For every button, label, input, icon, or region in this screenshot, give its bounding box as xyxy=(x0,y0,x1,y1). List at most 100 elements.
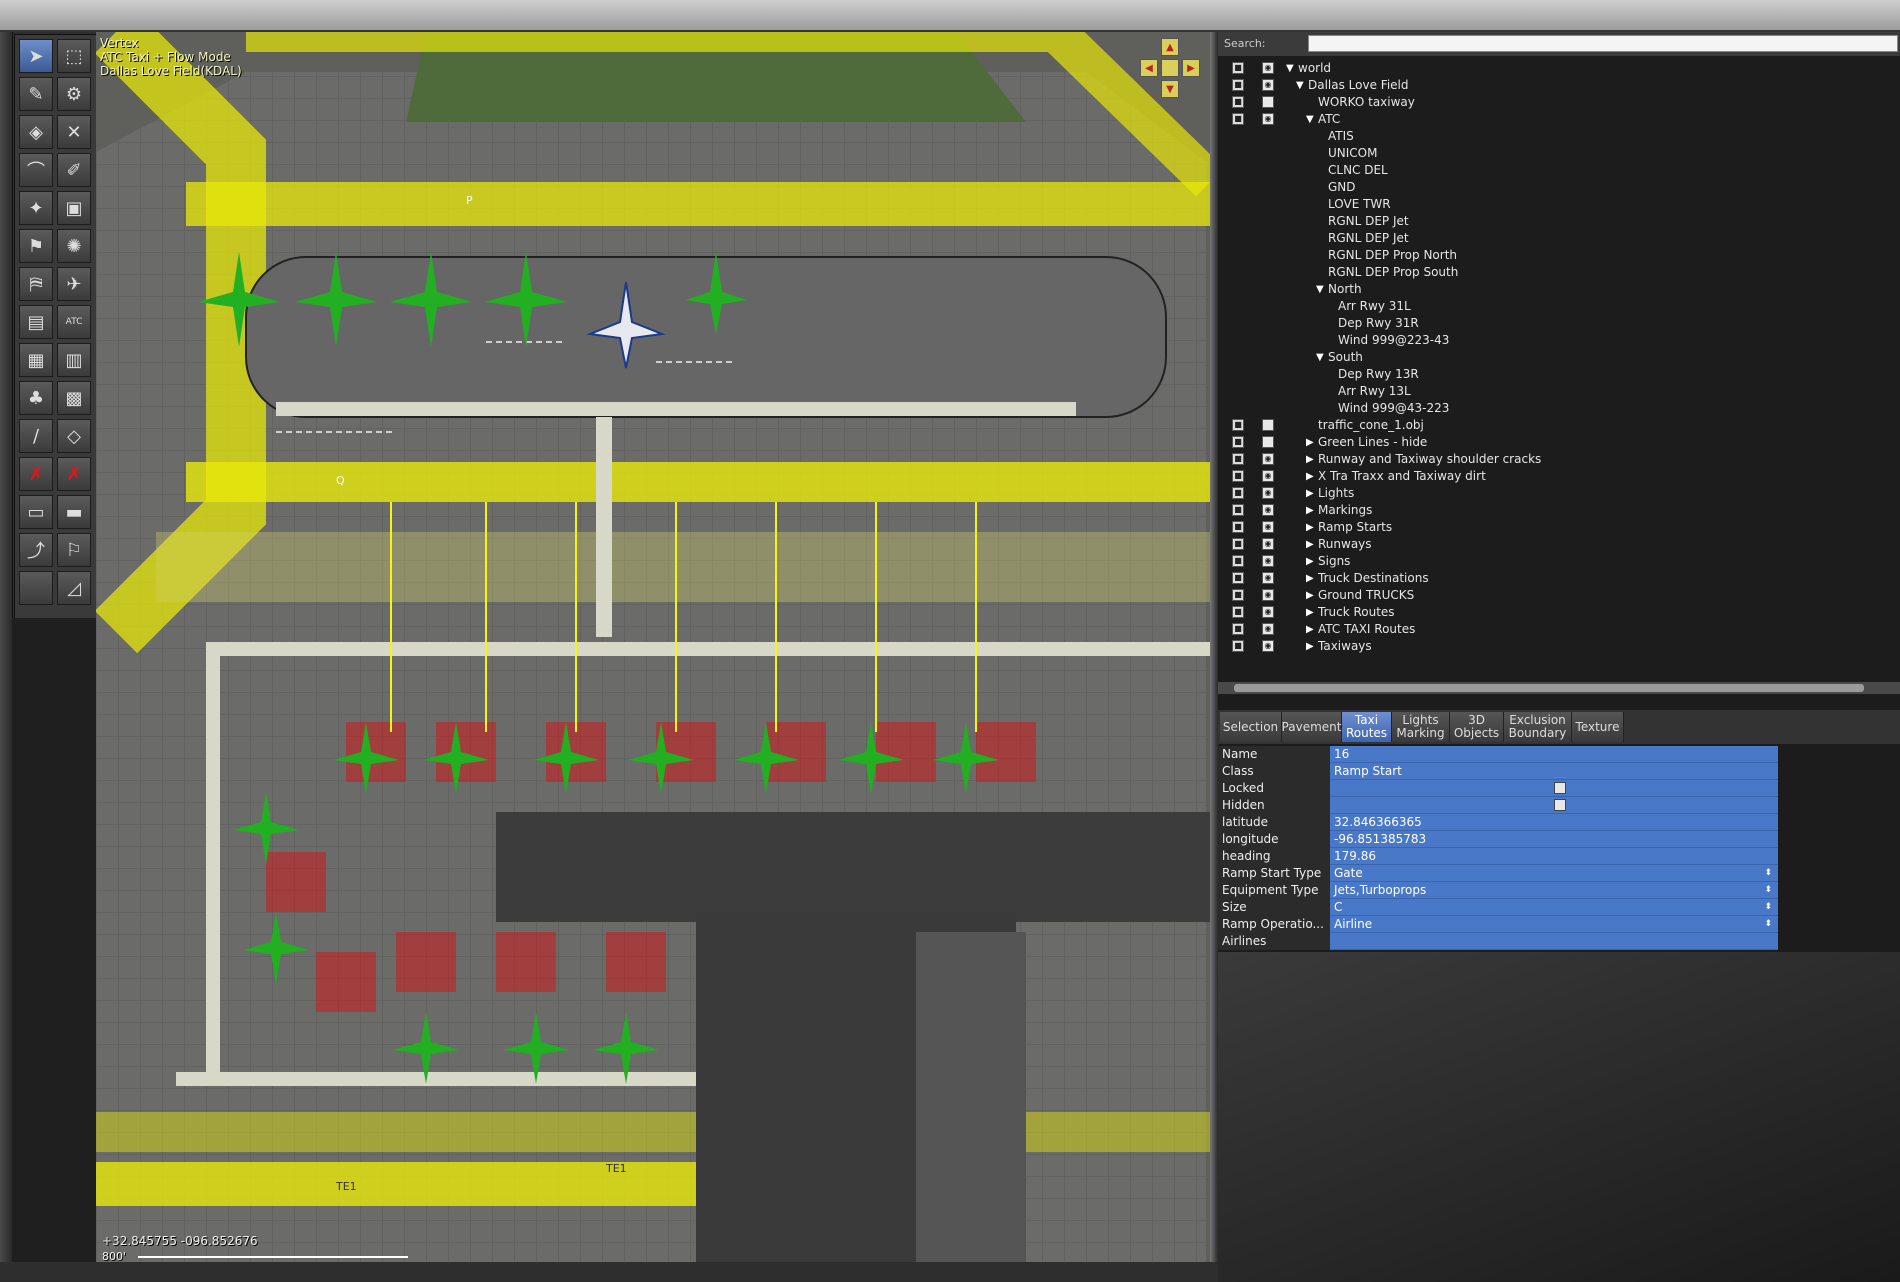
lock-toggle-icon[interactable]: ■ xyxy=(1232,521,1244,533)
lock-toggle-icon[interactable]: ■ xyxy=(1232,589,1244,601)
tree-row[interactable]: ■ ◉ ▼ ATC xyxy=(1218,111,1900,128)
collapsed-arrow-icon[interactable]: ▶ xyxy=(1306,502,1314,519)
grid-tool-icon[interactable]: ▦ xyxy=(19,343,53,377)
tree-row[interactable]: RGNL DEP Prop South xyxy=(1218,264,1900,281)
pan-center-icon[interactable] xyxy=(1161,59,1179,77)
pen-tool-icon[interactable]: ✎ xyxy=(19,77,53,111)
tree-row[interactable]: ■ ◉ ▼ world xyxy=(1218,60,1900,77)
lock-toggle-icon[interactable]: ■ xyxy=(1232,96,1244,108)
dropdown-arrow-icon[interactable]: ⬍ xyxy=(1764,865,1772,882)
forest-tool-icon[interactable]: ▩ xyxy=(57,381,91,415)
tree-row[interactable]: ■ ◉ ▶ X Tra Traxx and Taxiway dirt xyxy=(1218,468,1900,485)
paint-tool-icon[interactable]: ◈ xyxy=(19,115,53,149)
lock-toggle-icon[interactable]: ■ xyxy=(1232,419,1244,431)
tree-row[interactable]: RGNL DEP Prop North xyxy=(1218,247,1900,264)
search-input[interactable] xyxy=(1308,35,1898,52)
property-value[interactable]: Gate ⬍ xyxy=(1330,865,1778,882)
visibility-toggle-icon[interactable]: ◉ xyxy=(1262,79,1274,91)
pushback-tool-icon[interactable]: ⚙ xyxy=(57,77,91,111)
windsock-tool-icon[interactable]: ⚑ xyxy=(19,229,53,263)
tree-row[interactable]: ■ ◉ ▶ Ground TRUCKS xyxy=(1218,587,1900,604)
line-tool-icon[interactable]: ∕ xyxy=(19,419,53,453)
select-arrow-tool-icon[interactable]: ➤ xyxy=(19,39,53,73)
pan-left-icon[interactable]: ◀ xyxy=(1140,59,1158,77)
lock-toggle-icon[interactable]: ■ xyxy=(1232,453,1244,465)
collapsed-arrow-icon[interactable]: ▶ xyxy=(1306,621,1314,638)
collapsed-arrow-icon[interactable]: ▶ xyxy=(1306,604,1314,621)
tree-row[interactable]: Dep Rwy 13R xyxy=(1218,366,1900,383)
visibility-toggle-icon[interactable]: ◉ xyxy=(1262,487,1274,499)
lock-toggle-icon[interactable]: ■ xyxy=(1232,113,1244,125)
tab-3d-objects[interactable]: 3D Objects xyxy=(1450,712,1504,742)
tab-pavement[interactable]: Pavement xyxy=(1282,712,1342,742)
delete2-tool-icon[interactable]: ✗ xyxy=(57,457,91,491)
scrollbar-thumb[interactable] xyxy=(1234,684,1864,692)
lock-toggle-icon[interactable]: ■ xyxy=(1232,555,1244,567)
property-value[interactable]: Jets,Turboprops ⬍ xyxy=(1330,882,1778,899)
tree-row[interactable]: ■ traffic_cone_1.obj xyxy=(1218,417,1900,434)
visibility-toggle-icon[interactable]: ◉ xyxy=(1262,623,1274,635)
taxiway-p[interactable] xyxy=(186,182,1210,226)
truck-tool-icon[interactable]: ▭ xyxy=(19,495,53,529)
hierarchy-tree[interactable]: ■ ◉ ▼ world ■ ◉ ▼ Dallas Love Field ■ WORKO taxiw… xyxy=(1218,60,1900,682)
pan-up-icon[interactable]: ▲ xyxy=(1161,38,1179,56)
pan-down-icon[interactable]: ▼ xyxy=(1161,80,1179,98)
tree-row[interactable]: ■ ◉ ▶ Truck Routes xyxy=(1218,604,1900,621)
tree-row[interactable]: ■ ◉ ▶ Taxiways xyxy=(1218,638,1900,655)
tree-horizontal-scrollbar[interactable] xyxy=(1218,682,1900,694)
property-value[interactable]: -96.851385783 xyxy=(1330,831,1778,848)
dropdown-arrow-icon[interactable]: ⬍ xyxy=(1764,899,1772,916)
collapsed-arrow-icon[interactable]: ▶ xyxy=(1306,553,1314,570)
tree-row[interactable]: ■ ◉ ▶ Lights xyxy=(1218,485,1900,502)
tab-taxi-routes[interactable]: Taxi Routes xyxy=(1342,712,1392,742)
property-value[interactable] xyxy=(1330,933,1778,950)
visibility-toggle-icon[interactable]: ◉ xyxy=(1262,555,1274,567)
property-value[interactable]: 32.846366365 xyxy=(1330,814,1778,831)
collapsed-arrow-icon[interactable]: ▶ xyxy=(1306,638,1314,655)
tree-row[interactable]: CLNC DEL xyxy=(1218,162,1900,179)
lock-toggle-icon[interactable]: ■ xyxy=(1232,470,1244,482)
checkbox[interactable] xyxy=(1554,782,1566,794)
tiles-tool-icon[interactable]: ▥ xyxy=(57,343,91,377)
visibility-toggle-icon[interactable]: ◉ xyxy=(1262,589,1274,601)
visibility-toggle-icon[interactable] xyxy=(1262,436,1274,448)
visibility-toggle-icon[interactable]: ◉ xyxy=(1262,521,1274,533)
tree-row[interactable]: Wind 999@223-43 xyxy=(1218,332,1900,349)
tree-row[interactable]: LOVE TWR xyxy=(1218,196,1900,213)
tree-row[interactable]: ■ ◉ ▼ Dallas Love Field xyxy=(1218,77,1900,94)
visibility-toggle-icon[interactable]: ◉ xyxy=(1262,606,1274,618)
tree-row[interactable]: RGNL DEP Jet xyxy=(1218,213,1900,230)
tab-selection[interactable]: Selection xyxy=(1220,712,1282,742)
lock-toggle-icon[interactable]: ■ xyxy=(1232,623,1244,635)
property-value[interactable] xyxy=(1330,797,1778,814)
property-value[interactable] xyxy=(1330,780,1778,797)
blank-tool-icon[interactable] xyxy=(19,571,53,605)
tree-row[interactable]: Dep Rwy 31R xyxy=(1218,315,1900,332)
tab-exclusion-boundary[interactable]: Exclusion Boundary xyxy=(1504,712,1572,742)
tree-row[interactable]: ■ ◉ ▶ Truck Destinations xyxy=(1218,570,1900,587)
flag-tool-icon[interactable]: ⚐ xyxy=(57,533,91,567)
lock-toggle-icon[interactable]: ■ xyxy=(1232,538,1244,550)
collapsed-arrow-icon[interactable]: ▶ xyxy=(1306,570,1314,587)
tree-row[interactable]: ■ ▶ Green Lines - hide xyxy=(1218,434,1900,451)
lock-toggle-icon[interactable]: ■ xyxy=(1232,504,1244,516)
tree-row[interactable]: ■ ◉ ▶ Runways xyxy=(1218,536,1900,553)
marquee-tool-icon[interactable]: ⬚ xyxy=(57,39,91,73)
atc-tool-icon[interactable]: ATC xyxy=(57,305,91,339)
marking-tool-icon[interactable]: ▤ xyxy=(19,305,53,339)
route-tool-icon[interactable]: ⤴ xyxy=(19,533,53,567)
visibility-toggle-icon[interactable]: ◉ xyxy=(1262,62,1274,74)
property-value[interactable]: Airline ⬍ xyxy=(1330,916,1778,933)
tree-row[interactable]: ATIS xyxy=(1218,128,1900,145)
tree-row[interactable]: ■ ◉ ▶ Ramp Starts xyxy=(1218,519,1900,536)
tree-tool-icon[interactable]: ♣ xyxy=(19,381,53,415)
collapsed-arrow-icon[interactable]: ▶ xyxy=(1306,536,1314,553)
pan-control[interactable]: ▲ ◀ ▶ ▼ xyxy=(1140,38,1200,102)
visibility-toggle-icon[interactable]: ◉ xyxy=(1262,504,1274,516)
lock-toggle-icon[interactable]: ■ xyxy=(1232,572,1244,584)
beacon-tool-icon[interactable]: ✺ xyxy=(57,229,91,263)
tree-row[interactable]: ■ ◉ ▶ Runway and Taxiway shoulder cracks xyxy=(1218,451,1900,468)
tree-row[interactable]: ▼ North xyxy=(1218,281,1900,298)
collapsed-arrow-icon[interactable]: ▶ xyxy=(1306,434,1314,451)
delete-tool-icon[interactable]: ✗ xyxy=(19,457,53,491)
